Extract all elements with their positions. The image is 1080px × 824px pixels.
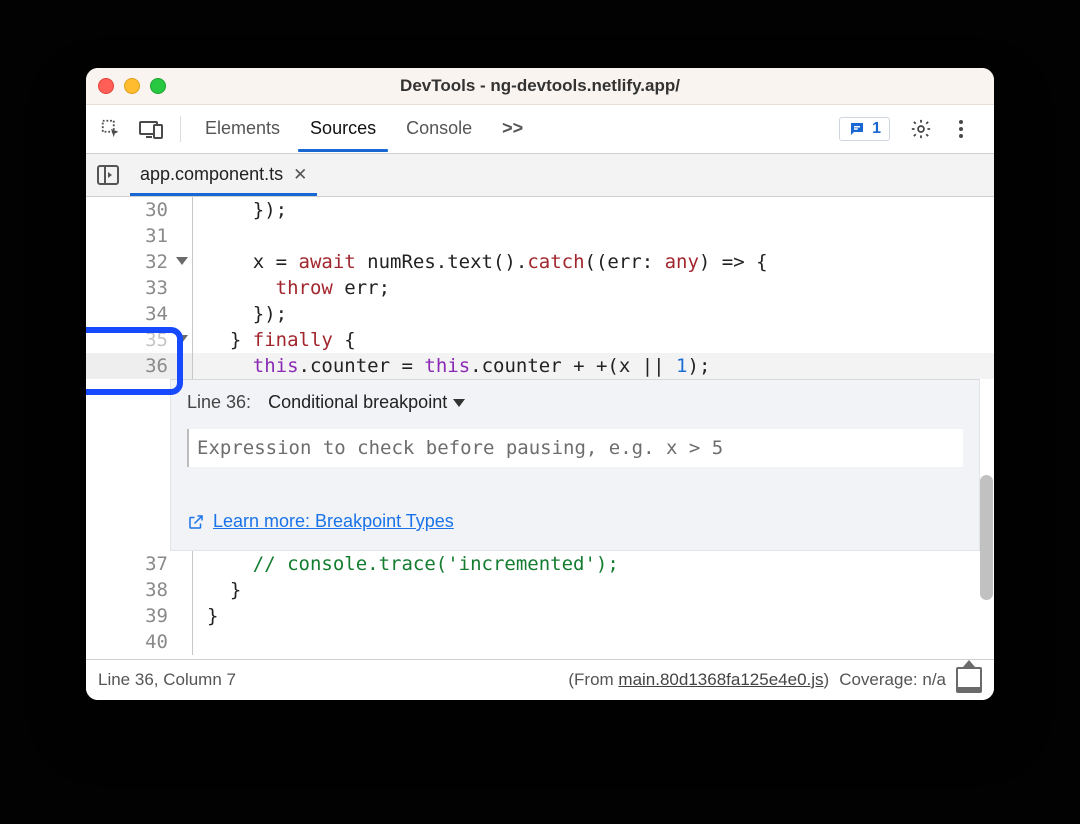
code-line: 31 — [86, 223, 994, 249]
maximize-window-button[interactable] — [150, 78, 166, 94]
breakpoint-condition-input[interactable] — [187, 429, 963, 467]
breakpoint-line-label: Line 36: — [187, 392, 251, 413]
breakpoint-learn-more[interactable]: Learn more: Breakpoint Types — [187, 511, 454, 532]
close-window-button[interactable] — [98, 78, 114, 94]
code-editor[interactable]: 30 }); 31 32 x = await numRes.text().cat… — [86, 197, 994, 659]
breakpoint-editor: Line 36: Conditional breakpoint Learn mo… — [170, 379, 980, 551]
devtools-window: DevTools - ng-devtools.netlify.app/ Elem… — [86, 68, 994, 700]
sourcemap-info: (From main.80d1368fa125e4e0.js) — [568, 670, 829, 690]
file-tab[interactable]: app.component.ts ✕ — [130, 155, 317, 195]
tab-console[interactable]: Console — [394, 108, 484, 151]
breakpoint-type-dropdown[interactable]: Conditional breakpoint — [268, 392, 465, 413]
file-tab-bar: app.component.ts ✕ — [86, 154, 994, 197]
close-file-icon[interactable]: ✕ — [293, 165, 307, 185]
code-line: 36 this.counter = this.counter + +(x || … — [86, 353, 994, 379]
show-drawer-icon[interactable] — [956, 667, 982, 693]
chevron-down-icon — [453, 399, 465, 407]
tab-sources[interactable]: Sources — [298, 108, 388, 151]
main-toolbar: Elements Sources Console >> 1 — [86, 105, 994, 154]
external-link-icon — [187, 513, 205, 531]
code-line: 32 x = await numRes.text().catch((err: a… — [86, 249, 994, 275]
code-line: 40 — [86, 629, 994, 655]
breakpoint-learn-more-link[interactable]: Learn more: Breakpoint Types — [213, 511, 454, 532]
device-toolbar-icon[interactable] — [134, 112, 168, 146]
code-line: 38 } — [86, 577, 994, 603]
sourcemap-link[interactable]: main.80d1368fa125e4e0.js — [618, 670, 823, 689]
code-line: 39} — [86, 603, 994, 629]
titlebar: DevTools - ng-devtools.netlify.app/ — [86, 68, 994, 105]
window-controls — [98, 78, 166, 94]
code-line: 34 }); — [86, 301, 994, 327]
more-icon[interactable] — [944, 112, 978, 146]
code-line: 35 } finally { — [86, 327, 994, 353]
settings-icon[interactable] — [904, 112, 938, 146]
file-tab-label: app.component.ts — [140, 164, 283, 185]
coverage-label: Coverage: n/a — [839, 670, 946, 690]
messages-indicator[interactable]: 1 — [839, 117, 890, 141]
separator — [180, 116, 181, 142]
code-line: 30 }); — [86, 197, 994, 223]
code-line: 33 throw err; — [86, 275, 994, 301]
messages-count: 1 — [872, 120, 881, 138]
code-line: 37 // console.trace('incremented'); — [86, 551, 994, 577]
cursor-position: Line 36, Column 7 — [98, 670, 236, 690]
breakpoint-header: Line 36: Conditional breakpoint — [187, 392, 963, 413]
minimize-window-button[interactable] — [124, 78, 140, 94]
tab-overflow[interactable]: >> — [490, 108, 535, 151]
panel-tabs: Elements Sources Console >> — [193, 108, 535, 151]
scrollbar[interactable] — [980, 475, 993, 600]
inspect-element-icon[interactable] — [94, 112, 128, 146]
window-title: DevTools - ng-devtools.netlify.app/ — [86, 76, 994, 96]
navigator-toggle-icon[interactable] — [92, 158, 124, 192]
status-bar: Line 36, Column 7 (From main.80d1368fa12… — [86, 659, 994, 700]
tab-elements[interactable]: Elements — [193, 108, 292, 151]
